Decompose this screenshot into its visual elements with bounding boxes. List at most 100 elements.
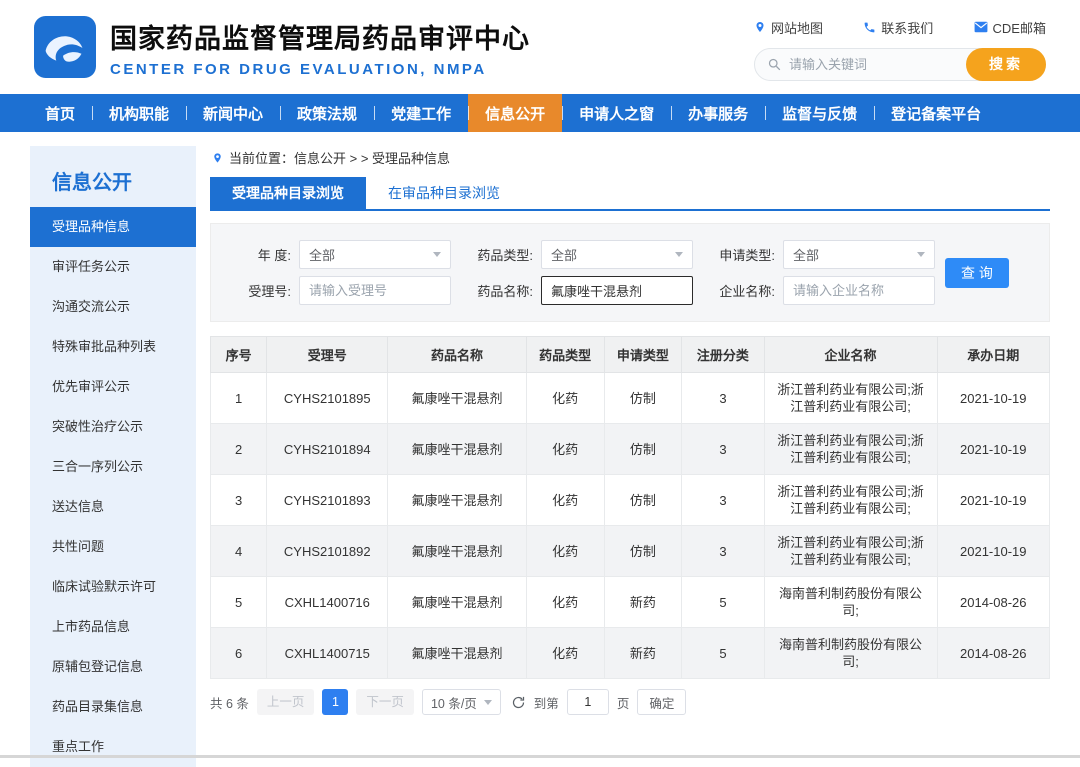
main-nav: 首页 机构职能 新闻中心 政策法规 党建工作 信息公开 申请人之窗 办事服务 监… [0, 94, 1080, 132]
table-cell: 海南普利制药股份有限公司; [763, 576, 938, 628]
tab-accepted-catalog[interactable]: 受理品种目录浏览 [210, 177, 366, 209]
nav-item-party-building[interactable]: 党建工作 [374, 94, 468, 132]
table-cell: 浙江普利药业有限公司;浙江普利药业有限公司; [763, 474, 938, 526]
sidebar-item-priority-review[interactable]: 优先审评公示 [30, 367, 196, 407]
pagination: 共 6 条 上一页 1 下一页 10 条/页 到第 页 确定 [210, 689, 1050, 715]
table-cell: CYHS2101892 [266, 525, 389, 577]
chevron-down-icon [433, 252, 441, 257]
filter-year: 年 度: 全部 [225, 240, 451, 269]
header-right: 网站地图 联系我们 CDE邮箱 搜索 [754, 14, 1046, 81]
nav-item-info-disclosure[interactable]: 信息公开 [468, 94, 563, 132]
jump-page-input[interactable] [566, 689, 609, 715]
tab-bar: 受理品种目录浏览 在审品种目录浏览 [210, 177, 1050, 211]
filter-drug-type: 药品类型: 全部 [467, 240, 693, 269]
breadcrumb: 当前位置：信息公开 > > 受理品种信息 [210, 146, 1050, 177]
page-size-select[interactable]: 10 条/页 [421, 689, 501, 715]
sidebar-item-excipient-registration[interactable]: 原辅包登记信息 [30, 647, 196, 687]
nav-item-registration-platform[interactable]: 登记备案平台 [874, 94, 998, 132]
search-input[interactable] [789, 56, 963, 72]
accept-no-input[interactable] [299, 276, 451, 305]
tab-under-review-catalog[interactable]: 在审品种目录浏览 [366, 177, 522, 209]
nav-item-policies[interactable]: 政策法规 [280, 94, 374, 132]
sidebar-item-breakthrough-therapy[interactable]: 突破性治疗公示 [30, 407, 196, 447]
filter-company: 企业名称: [709, 276, 935, 305]
phone-icon [864, 22, 875, 32]
sidebar-item-marketed-drugs[interactable]: 上市药品信息 [30, 607, 196, 647]
jump-unit: 页 [616, 696, 630, 711]
col-header-index: 序号 [209, 336, 268, 373]
contact-us-link[interactable]: 联系我们 [863, 18, 933, 37]
table-cell: 2 [209, 423, 268, 475]
drug-type-select[interactable]: 全部 [541, 240, 693, 269]
refresh-icon[interactable] [511, 695, 526, 710]
apply-type-select-value: 全部 [793, 248, 820, 263]
prev-page-button[interactable]: 上一页 [256, 689, 315, 715]
sidebar: 信息公开 受理品种信息 审评任务公示 沟通交流公示 特殊审批品种列表 优先审评公… [30, 146, 196, 767]
sidebar-item-review-tasks[interactable]: 审评任务公示 [30, 247, 196, 287]
jump-label: 到第 [533, 696, 559, 711]
drug-name-input[interactable] [541, 276, 693, 305]
nav-item-supervision-feedback[interactable]: 监督与反馈 [765, 94, 874, 132]
sidebar-item-key-work[interactable]: 重点工作 [30, 727, 196, 767]
table-cell: 化药 [525, 627, 605, 679]
sidebar-title: 信息公开 [52, 172, 132, 194]
nav-item-org-functions[interactable]: 机构职能 [92, 94, 186, 132]
sidebar-item-three-in-one[interactable]: 三合一序列公示 [30, 447, 196, 487]
sidebar-item-special-approval-list[interactable]: 特殊审批品种列表 [30, 327, 196, 367]
next-page-button[interactable]: 下一页 [356, 689, 414, 715]
cde-logo [34, 16, 96, 78]
results-table: 序号 受理号 药品名称 药品类型 申请类型 注册分类 企业名称 承办日期 1 C… [209, 336, 1050, 679]
nav-item-home[interactable]: 首页 [28, 94, 92, 132]
table-cell: 6 [209, 627, 268, 679]
table-row[interactable]: 6 CXHL1400715 氟康唑干混悬剂 化药 新药 5 海南普利制药股份有限… [209, 627, 1050, 679]
cde-mail-link[interactable]: CDE邮箱 [974, 18, 1046, 37]
location-pin-icon [756, 22, 764, 32]
table-cell: 仿制 [603, 474, 683, 526]
search-button[interactable]: 搜索 [966, 47, 1046, 81]
filter-row-2: 受理号: 药品名称: 企业名称: [225, 276, 1035, 305]
table-cell: CYHS2101895 [266, 372, 389, 424]
filter-panel: 年 度: 全部 药品类型: 全部 申请类型: 全部 受理号: 请输入受理号 药品… [210, 223, 1050, 322]
table-cell: 3 [681, 423, 765, 475]
table-cell: 3 [681, 525, 765, 577]
table-cell: 3 [209, 474, 268, 526]
table-row[interactable]: 1 CYHS2101895 氟康唑干混悬剂 化药 仿制 3 浙江普利药业有限公司… [209, 372, 1050, 424]
sidebar-item-accepted-varieties[interactable]: 受理品种信息 [30, 207, 196, 247]
nav-item-applicant-window[interactable]: 申请人之窗 [562, 94, 671, 132]
filter-accept-no: 受理号: [225, 276, 451, 305]
sitemap-link[interactable]: 网站地图 [754, 18, 823, 37]
table-cell: 氟康唑干混悬剂 [387, 474, 527, 526]
nav-item-news-center[interactable]: 新闻中心 [186, 94, 280, 132]
table-cell: 仿制 [603, 423, 683, 475]
jump-confirm-button[interactable]: 确定 [637, 689, 687, 715]
year-select[interactable]: 全部 [299, 240, 451, 269]
table-row[interactable]: 4 CYHS2101892 氟康唑干混悬剂 化药 仿制 3 浙江普利药业有限公司… [209, 525, 1050, 577]
col-header-reg-class: 注册分类 [681, 336, 765, 373]
apply-type-select[interactable]: 全部 [783, 240, 935, 269]
pagination-total: 共 6 条 [210, 696, 249, 711]
table-cell: 浙江普利药业有限公司;浙江普利药业有限公司; [763, 525, 938, 577]
site-subtitle: CENTER FOR DRUG EVALUATION, NMPA [110, 60, 487, 78]
table-cell: CXHL1400716 [266, 576, 389, 628]
sidebar-item-common-issues[interactable]: 共性问题 [30, 527, 196, 567]
table-row[interactable]: 5 CXHL1400716 氟康唑干混悬剂 化药 新药 5 海南普利制药股份有限… [209, 576, 1050, 628]
table-cell: 浙江普利药业有限公司;浙江普利药业有限公司; [763, 423, 938, 475]
page-number-1[interactable]: 1 [322, 689, 349, 715]
table-row[interactable]: 3 CYHS2101893 氟康唑干混悬剂 化药 仿制 3 浙江普利药业有限公司… [209, 474, 1050, 526]
company-input[interactable] [783, 276, 935, 305]
sidebar-item-communication[interactable]: 沟通交流公示 [30, 287, 196, 327]
nav-item-services[interactable]: 办事服务 [671, 94, 765, 132]
table-cell: 仿制 [603, 525, 683, 577]
quick-links: 网站地图 联系我们 CDE邮箱 [754, 18, 1046, 37]
apply-type-label: 申请类型: [719, 248, 775, 263]
table-cell: 氟康唑干混悬剂 [387, 627, 527, 679]
site-search: 搜索 [754, 47, 1046, 81]
sidebar-item-clinical-trial-implied-license[interactable]: 临床试验默示许可 [30, 567, 196, 607]
query-button[interactable]: 查 询 [945, 257, 1009, 288]
table-cell: 化药 [525, 423, 605, 475]
sidebar-item-drug-catalog[interactable]: 药品目录集信息 [30, 687, 196, 727]
table-cell: 2021-10-19 [936, 423, 1050, 475]
table-row[interactable]: 2 CYHS2101894 氟康唑干混悬剂 化药 仿制 3 浙江普利药业有限公司… [209, 423, 1050, 475]
table-cell: 2014-08-26 [936, 576, 1050, 628]
sidebar-item-delivery-info[interactable]: 送达信息 [30, 487, 196, 527]
